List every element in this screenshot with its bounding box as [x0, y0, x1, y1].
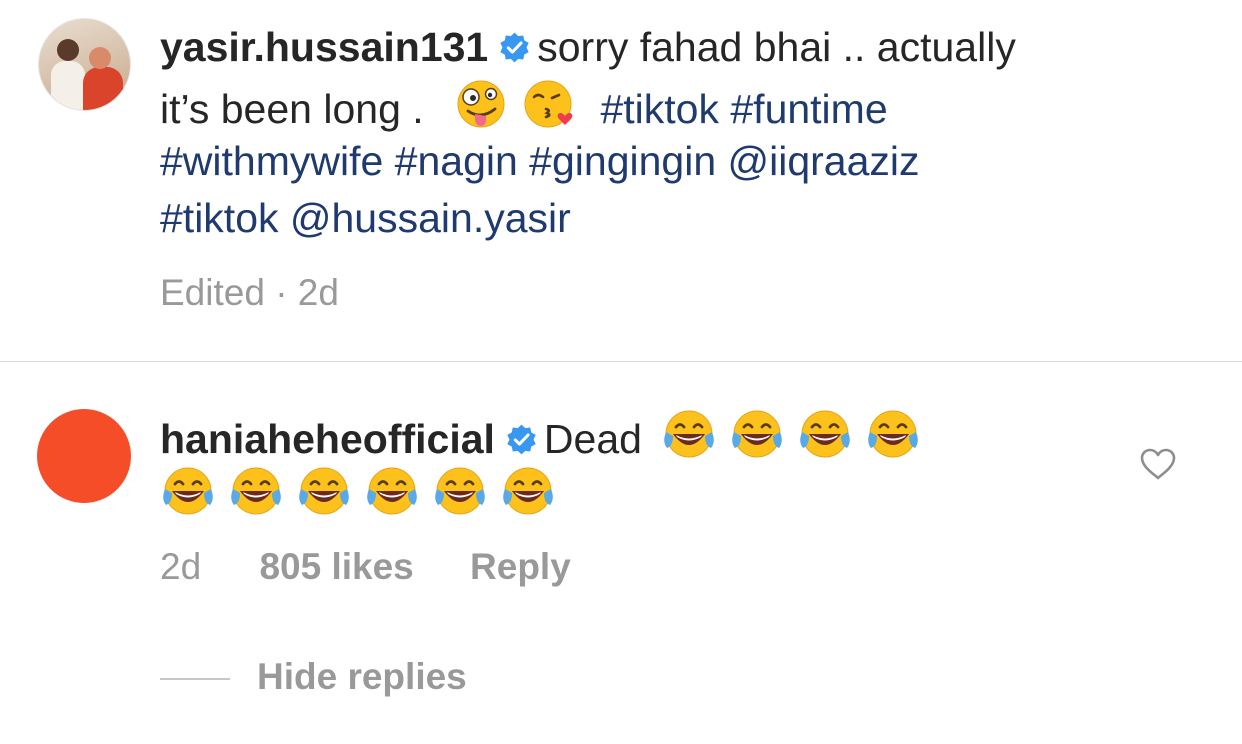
verified-badge-icon [505, 423, 538, 456]
comment-body: haniaheheofficial Dead [160, 406, 933, 520]
tears-of-joy-emoji [661, 406, 717, 462]
avatar[interactable] [38, 18, 131, 111]
tears-of-joy-emoji [865, 406, 921, 462]
tears-of-joy-emoji [364, 463, 420, 519]
reply-button[interactable]: Reply [470, 546, 571, 587]
kissing-face-emoji [521, 76, 577, 132]
avatar-photo-figure [57, 39, 79, 61]
comment-line: it’s been long . #tiktok #funtime [160, 76, 1016, 133]
tears-of-joy-emoji [160, 463, 216, 519]
avatar-photo-figure [89, 47, 111, 69]
comment-time: 2d [160, 546, 202, 587]
comment-line: haniaheheofficial Dead [160, 406, 933, 463]
verified-badge-icon [498, 31, 531, 64]
comment-text: Dead [543, 416, 642, 462]
username-link[interactable]: yasir.hussain131 [160, 24, 488, 70]
comment-text: it’s been long . [160, 86, 424, 132]
zany-face-emoji [453, 76, 509, 132]
tears-of-joy-emoji [228, 463, 284, 519]
tears-of-joy-emoji [500, 463, 556, 519]
tears-of-joy-emoji [296, 463, 352, 519]
divider [0, 361, 1242, 362]
comment-text: sorry fahad bhai .. actually [537, 24, 1016, 70]
tears-of-joy-emoji [729, 406, 785, 462]
username-link[interactable]: haniaheheofficial [160, 416, 495, 462]
tears-of-joy-emoji [797, 406, 853, 462]
avatar-photo-figure [51, 61, 85, 110]
comment-line: yasir.hussain131 sorry fahad bhai .. actu… [160, 19, 1016, 76]
tears-of-joy-emoji [432, 463, 488, 519]
replies-divider-line [160, 678, 230, 680]
hide-replies-button[interactable]: Hide replies [257, 656, 467, 698]
hashtag-links[interactable]: #tiktok #funtime [600, 86, 887, 132]
hashtag-links[interactable]: #tiktok @hussain.yasir [160, 190, 1016, 247]
likes-count-link[interactable]: 805 likes [259, 546, 413, 587]
comment-meta: Edited · 2d [160, 272, 339, 313]
heart-outline-icon[interactable] [1139, 447, 1177, 481]
avatar-photo-figure [83, 67, 123, 110]
comment-body: yasir.hussain131 sorry fahad bhai .. actu… [160, 19, 1016, 247]
avatar[interactable] [37, 409, 131, 503]
hashtag-links[interactable]: #withmywife #nagin #gingingin @iiqraaziz [160, 133, 1016, 190]
comment-line [160, 463, 933, 520]
comment-meta: 2d 805 likes Reply [160, 546, 571, 588]
